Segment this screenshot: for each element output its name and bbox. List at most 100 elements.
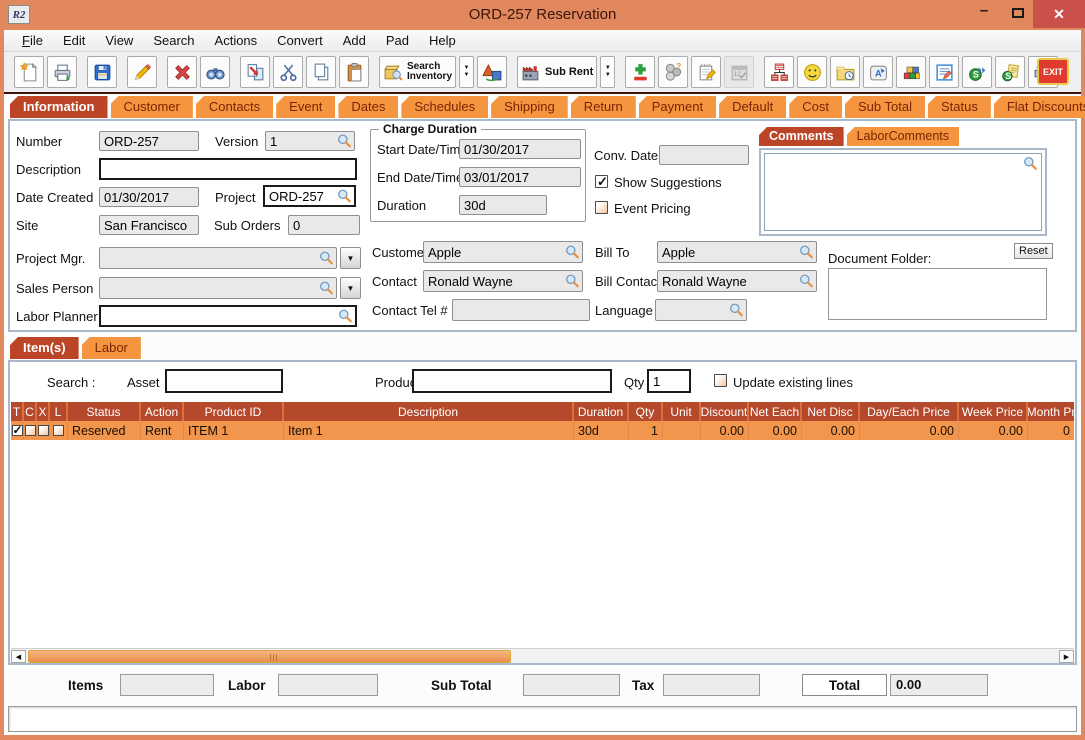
maximize-button[interactable] [1005,0,1031,26]
asset-input[interactable] [165,369,283,393]
product-input[interactable] [412,369,612,393]
exit-button[interactable]: EXIT [1037,58,1069,85]
comments-lookup-icon[interactable] [1023,156,1038,174]
col-action[interactable]: Action [141,402,184,421]
col-t[interactable]: T [11,402,24,421]
tab-labor[interactable]: Labor [82,337,141,359]
row-l-checkbox[interactable] [53,425,64,436]
new-button[interactable] [14,56,44,88]
project-mgr-field[interactable] [99,247,337,269]
plus-minus-button[interactable] [625,56,655,88]
tab-items[interactable]: Item(s) [10,337,79,359]
sales-person-field[interactable] [99,277,337,299]
sales-person-dropdown[interactable]: ▼ [340,277,361,299]
contact-field[interactable]: Ronald Wayne [423,270,583,292]
bill-contact-lookup-icon[interactable] [799,274,814,289]
tab-schedules[interactable]: Schedules [401,96,488,118]
edit-note-button[interactable] [929,56,959,88]
copy-button[interactable] [306,56,336,88]
col-status[interactable]: Status [68,402,141,421]
money-note-button[interactable]: S [995,56,1025,88]
col-week-price[interactable]: Week Price [959,402,1028,421]
tab-return[interactable]: Return [571,96,636,118]
tab-flat-discounts[interactable]: Flat Discounts [994,96,1085,118]
sub-rent-button[interactable]: Sub Rent [517,56,597,88]
col-day-each-price[interactable]: Day/Each Price [860,402,959,421]
bill-contact-field[interactable]: Ronald Wayne [657,270,817,292]
reset-button[interactable]: Reset [1014,243,1053,259]
blocks-button[interactable] [896,56,926,88]
project-lookup-icon[interactable] [337,189,352,204]
language-field[interactable] [655,299,747,321]
col-product-id[interactable]: Product ID [184,402,284,421]
cut-button[interactable] [273,56,303,88]
table-row[interactable]: Reserved Rent ITEM 1 Item 1 30d 1 0.00 0… [11,421,1074,440]
menu-edit[interactable]: Edit [53,31,95,50]
comments-textarea[interactable] [764,153,1042,231]
update-existing-lines-checkbox[interactable] [714,374,727,387]
tab-cost[interactable]: Cost [789,96,842,118]
scrollbar-thumb[interactable] [28,650,511,663]
menu-search[interactable]: Search [143,31,204,50]
tab-payment[interactable]: Payment [639,96,716,118]
project-mgr-lookup-icon[interactable] [319,251,334,266]
minimize-button[interactable]: – [971,0,997,26]
scroll-right-button[interactable]: ▶ [1059,650,1074,663]
notepad-button[interactable] [691,56,721,88]
col-unit[interactable]: Unit [663,402,701,421]
tab-information[interactable]: Information [10,96,108,118]
paste-button[interactable] [339,56,369,88]
col-l[interactable]: L [50,402,68,421]
customer-field[interactable]: Apple [423,241,583,263]
col-c[interactable]: C [24,402,37,421]
row-x-checkbox[interactable] [38,425,49,436]
menu-file[interactable]: File [12,31,53,50]
tab-shipping[interactable]: Shipping [491,96,568,118]
menu-help[interactable]: Help [419,31,466,50]
col-description[interactable]: Description [284,402,574,421]
tab-dates[interactable]: Dates [338,96,398,118]
customer-lookup-icon[interactable] [565,245,580,260]
search-inventory-dropdown[interactable]: ▼▼ [459,56,474,88]
col-discount[interactable]: Discount [701,402,749,421]
labor-planner-input[interactable] [99,305,357,327]
smiley-button[interactable] [797,56,827,88]
tab-customer[interactable]: Customer [111,96,193,118]
contact-lookup-icon[interactable] [565,274,580,289]
row-t-checkbox[interactable] [12,425,23,436]
horizontal-scrollbar[interactable]: ◀ ▶ [11,648,1074,663]
bill-to-lookup-icon[interactable] [799,245,814,260]
close-button[interactable]: ✕ [1033,0,1085,28]
col-x[interactable]: X [37,402,50,421]
col-net-disc[interactable]: Net Disc [802,402,860,421]
menu-view[interactable]: View [95,31,143,50]
project-input[interactable]: ORD-257 [263,185,356,207]
menu-convert[interactable]: Convert [267,31,333,50]
shapes-button[interactable] [477,56,507,88]
qty-input[interactable]: 1 [647,369,691,393]
tab-event[interactable]: Event [276,96,335,118]
sub-rent-dropdown[interactable]: ▼▼ [600,56,615,88]
tab-sub-total[interactable]: Sub Total [845,96,925,118]
sales-person-lookup-icon[interactable] [319,281,334,296]
org-chart-button[interactable] [764,56,794,88]
row-c-checkbox[interactable] [25,425,36,436]
version-lookup-icon[interactable] [337,134,352,149]
tab-contacts[interactable]: Contacts [196,96,273,118]
folder-time-button[interactable] [830,56,860,88]
scroll-left-button[interactable]: ◀ [11,650,26,663]
tab-status[interactable]: Status [928,96,991,118]
show-suggestions-checkbox[interactable] [595,175,608,188]
language-lookup-icon[interactable] [729,303,744,318]
document-folder-textarea[interactable] [828,268,1047,320]
col-duration[interactable]: Duration [574,402,629,421]
delete-button[interactable] [167,56,197,88]
col-month-price[interactable]: Month Pr [1028,402,1074,421]
group-query-button[interactable]: ? [658,56,688,88]
find-button[interactable] [200,56,230,88]
tab-comments[interactable]: Comments [759,127,844,146]
project-mgr-dropdown[interactable]: ▼ [340,247,361,269]
copy-to-order-button[interactable] [240,56,270,88]
menu-add[interactable]: Add [333,31,376,50]
money-forward-button[interactable]: S [962,56,992,88]
